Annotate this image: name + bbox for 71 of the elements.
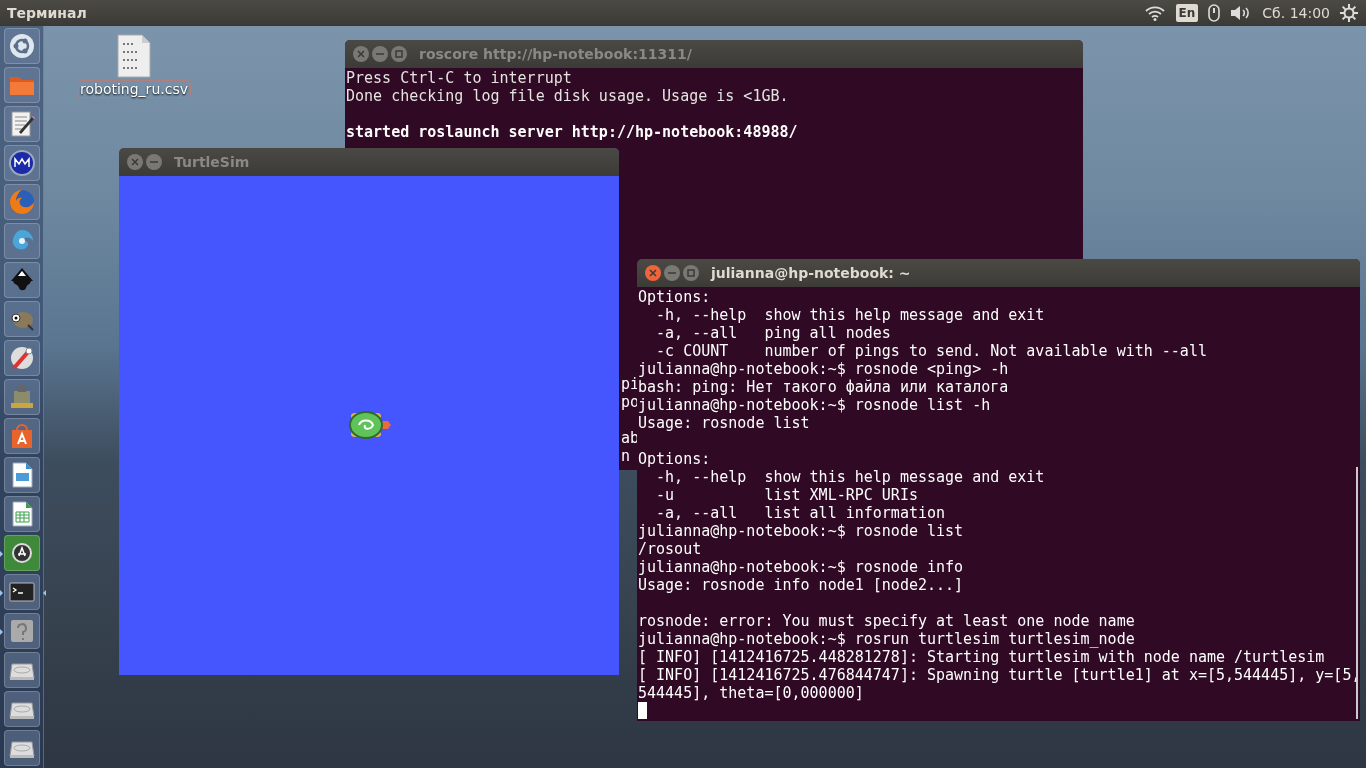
terminal-line: julianna@hp-notebook:~$ rosnode list <box>638 522 965 540</box>
terminal-line: Press Ctrl-C to interrupt <box>346 69 573 87</box>
terminal-line: bash: ping: Нет такого файла или каталога <box>638 378 1010 396</box>
terminal-line: rosnode: error: You must specify at least one node name <box>638 612 1136 630</box>
terminal-line: julianna@hp-notebook:~$ rosnode <ping> -h <box>638 360 1010 378</box>
minimize-icon <box>376 50 384 58</box>
turtle-drawing <box>346 408 392 442</box>
close-button[interactable] <box>353 46 369 62</box>
text-cursor <box>638 702 647 719</box>
launcher-button[interactable] <box>3 652 40 688</box>
terminal-line: -u list XML-RPC URIs <box>655 486 919 504</box>
maximize-icon <box>395 50 403 58</box>
terminal-line: [ INFO] [1412416725.448281278]: Starting turtlesim with node name /turtlesim <box>638 648 1326 666</box>
window-title: roscore http://hp-notebook:11311/ <box>419 46 692 62</box>
close-button[interactable] <box>645 265 661 281</box>
close-button[interactable] <box>127 154 143 170</box>
launcher-button[interactable] <box>3 145 40 181</box>
window-title: julianna@hp-notebook: ~ <box>711 265 911 281</box>
launcher-button[interactable] <box>3 691 40 727</box>
clock[interactable]: Сб. 14:00 <box>1262 5 1330 21</box>
launcher-button[interactable] <box>3 340 40 376</box>
settings-icon[interactable] <box>1340 4 1358 22</box>
window-title: TurtleSim <box>174 154 250 170</box>
wifi-icon[interactable] <box>1143 5 1166 21</box>
terminal-line: Usage: rosnode list <box>638 414 811 432</box>
terminal-line: -h, --help show this help message and exit <box>655 468 1046 486</box>
launcher-button[interactable] <box>3 535 40 571</box>
launcher-button[interactable] <box>3 613 40 649</box>
close-icon <box>131 158 139 166</box>
launcher-button[interactable] <box>3 730 40 766</box>
terminal-line: [ INFO] [1412416725.476844747]: Spawning turtle [turtle1] at x=[5,544445], y=[5, <box>638 666 1359 684</box>
minimize-icon <box>668 269 676 277</box>
minimize-button[interactable] <box>372 46 388 62</box>
launcher-button[interactable] <box>3 496 40 532</box>
terminal-line: -c COUNT number of pings to send. Not available with --all <box>655 342 1208 360</box>
app-title: Терминал <box>6 5 87 21</box>
terminal-line: Usage: rosnode info node1 [node2...] <box>638 576 965 594</box>
terminal-line: -h, --help show this help message and exit <box>655 306 1046 324</box>
launcher-button[interactable] <box>3 418 40 454</box>
maximize-icon <box>687 269 695 277</box>
terminal-line: started roslaunch server http://hp-notebook:48988/ <box>346 123 799 141</box>
terminal-line: julianna@hp-notebook:~$ rosnode list -h <box>638 396 992 414</box>
maximize-button[interactable] <box>683 265 699 281</box>
minimize-button[interactable] <box>664 265 680 281</box>
mouse-icon[interactable] <box>1208 4 1221 22</box>
terminal-line: Options: <box>638 288 712 306</box>
close-icon <box>649 269 657 277</box>
launcher-button[interactable] <box>3 106 40 142</box>
terminal-line: Options: <box>638 450 712 468</box>
terminal-line: -a, --all ping all nodes <box>655 324 892 342</box>
terminal-text-fragment: n <box>621 447 631 465</box>
terminal-line: julianna@hp-notebook:~$ rosnode info <box>638 558 965 576</box>
close-icon <box>357 50 365 58</box>
dash-icon <box>7 32 36 60</box>
launcher-button[interactable] <box>3 262 40 298</box>
terminal-line: julianna@hp-notebook:~$ rosrun turtlesim turtlesim_node <box>638 630 1136 648</box>
text-file-icon <box>116 34 152 78</box>
maximize-button[interactable] <box>391 46 407 62</box>
terminal-line: Done checking log file disk usage. Usage is <1GB. <box>346 87 790 105</box>
scrollbar[interactable] <box>1356 467 1358 719</box>
globe-icon <box>7 188 36 216</box>
launcher-button[interactable] <box>3 457 40 493</box>
file-name-label: roboting_ru.csv <box>77 80 191 98</box>
keyboard-layout-indicator[interactable]: En <box>1175 4 1199 22</box>
minimize-icon <box>150 158 158 166</box>
terminal-line: -a, --all list all information <box>655 504 947 522</box>
minimize-button[interactable] <box>146 154 162 170</box>
terminal-line: 544445], theta=[0,000000] <box>638 684 865 702</box>
launcher-button[interactable] <box>3 28 40 64</box>
terminal-text-fragment: pi <box>621 375 640 393</box>
terminal-line: /rosout <box>638 540 703 558</box>
